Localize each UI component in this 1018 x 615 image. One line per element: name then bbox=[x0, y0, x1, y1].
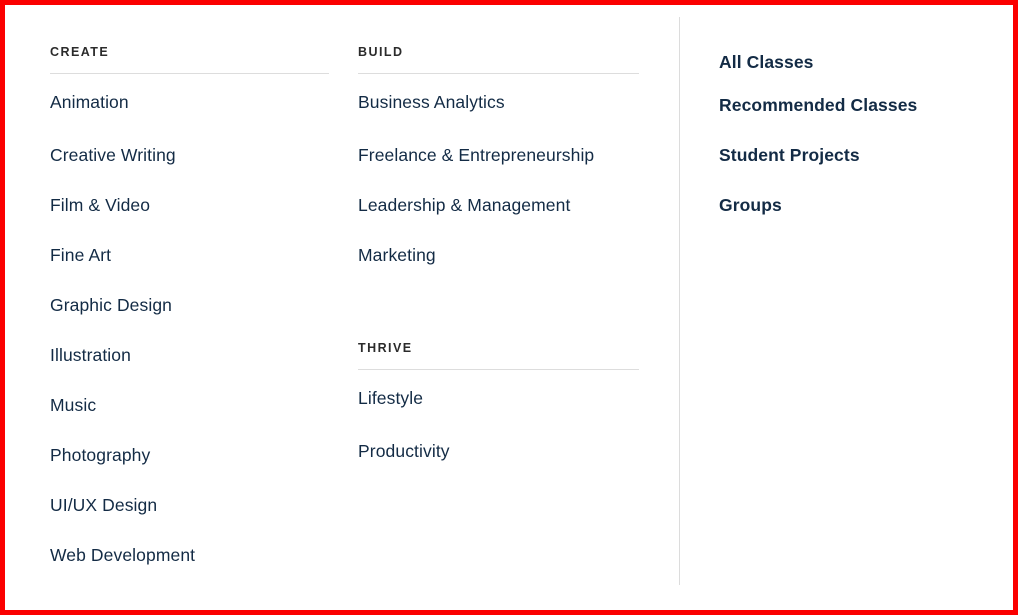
category-list-thrive: Lifestyle Productivity bbox=[358, 370, 639, 476]
list-item: Illustration bbox=[50, 330, 329, 380]
list-item: Business Analytics bbox=[358, 74, 639, 130]
category-link-music[interactable]: Music bbox=[50, 380, 329, 430]
list-item: Leadership & Management bbox=[358, 180, 639, 230]
category-link-ui-ux-design[interactable]: UI/UX Design bbox=[50, 480, 329, 530]
category-link-business-analytics[interactable]: Business Analytics bbox=[358, 74, 639, 130]
list-item: All Classes bbox=[719, 44, 969, 80]
category-link-freelance-entrepreneurship[interactable]: Freelance & Entrepreneurship bbox=[358, 130, 639, 180]
list-item: Freelance & Entrepreneurship bbox=[358, 130, 639, 180]
list-item: Student Projects bbox=[719, 130, 969, 180]
list-item: Recommended Classes bbox=[719, 80, 969, 130]
list-item: Marketing bbox=[358, 230, 639, 280]
column-divider bbox=[679, 17, 680, 585]
category-mega-menu: CREATE Animation Creative Writing Film &… bbox=[0, 0, 1018, 615]
category-link-fine-art[interactable]: Fine Art bbox=[50, 230, 329, 280]
quick-link-list: All Classes Recommended Classes Student … bbox=[719, 44, 969, 230]
section-heading-create: CREATE bbox=[50, 44, 329, 74]
quick-link-recommended-classes[interactable]: Recommended Classes bbox=[719, 80, 969, 130]
column-spacer bbox=[358, 280, 639, 340]
list-item: Productivity bbox=[358, 426, 639, 476]
category-link-film-video[interactable]: Film & Video bbox=[50, 180, 329, 230]
section-heading-thrive: THRIVE bbox=[358, 340, 639, 370]
list-item: Photography bbox=[50, 430, 329, 480]
menu-column-create: CREATE Animation Creative Writing Film &… bbox=[50, 44, 329, 580]
category-link-productivity[interactable]: Productivity bbox=[358, 426, 639, 476]
menu-column-build-thrive: BUILD Business Analytics Freelance & Ent… bbox=[358, 44, 639, 476]
category-link-photography[interactable]: Photography bbox=[50, 430, 329, 480]
section-heading-build: BUILD bbox=[358, 44, 639, 74]
category-link-marketing[interactable]: Marketing bbox=[358, 230, 639, 280]
category-list-build: Business Analytics Freelance & Entrepren… bbox=[358, 74, 639, 280]
quick-link-groups[interactable]: Groups bbox=[719, 180, 969, 230]
quick-link-all-classes[interactable]: All Classes bbox=[719, 44, 969, 80]
category-link-leadership-management[interactable]: Leadership & Management bbox=[358, 180, 639, 230]
list-item: Creative Writing bbox=[50, 130, 329, 180]
list-item: Animation bbox=[50, 74, 329, 130]
category-list-create: Animation Creative Writing Film & Video … bbox=[50, 74, 329, 580]
category-link-lifestyle[interactable]: Lifestyle bbox=[358, 370, 639, 426]
category-link-graphic-design[interactable]: Graphic Design bbox=[50, 280, 329, 330]
category-link-creative-writing[interactable]: Creative Writing bbox=[50, 130, 329, 180]
list-item: Music bbox=[50, 380, 329, 430]
list-item: Groups bbox=[719, 180, 969, 230]
category-link-animation[interactable]: Animation bbox=[50, 74, 329, 130]
quick-link-student-projects[interactable]: Student Projects bbox=[719, 130, 969, 180]
list-item: Fine Art bbox=[50, 230, 329, 280]
list-item: Film & Video bbox=[50, 180, 329, 230]
category-link-illustration[interactable]: Illustration bbox=[50, 330, 329, 380]
list-item: UI/UX Design bbox=[50, 480, 329, 530]
category-link-web-development[interactable]: Web Development bbox=[50, 530, 329, 580]
menu-column-quick-links: All Classes Recommended Classes Student … bbox=[719, 44, 969, 230]
list-item: Web Development bbox=[50, 530, 329, 580]
list-item: Lifestyle bbox=[358, 370, 639, 426]
list-item: Graphic Design bbox=[50, 280, 329, 330]
